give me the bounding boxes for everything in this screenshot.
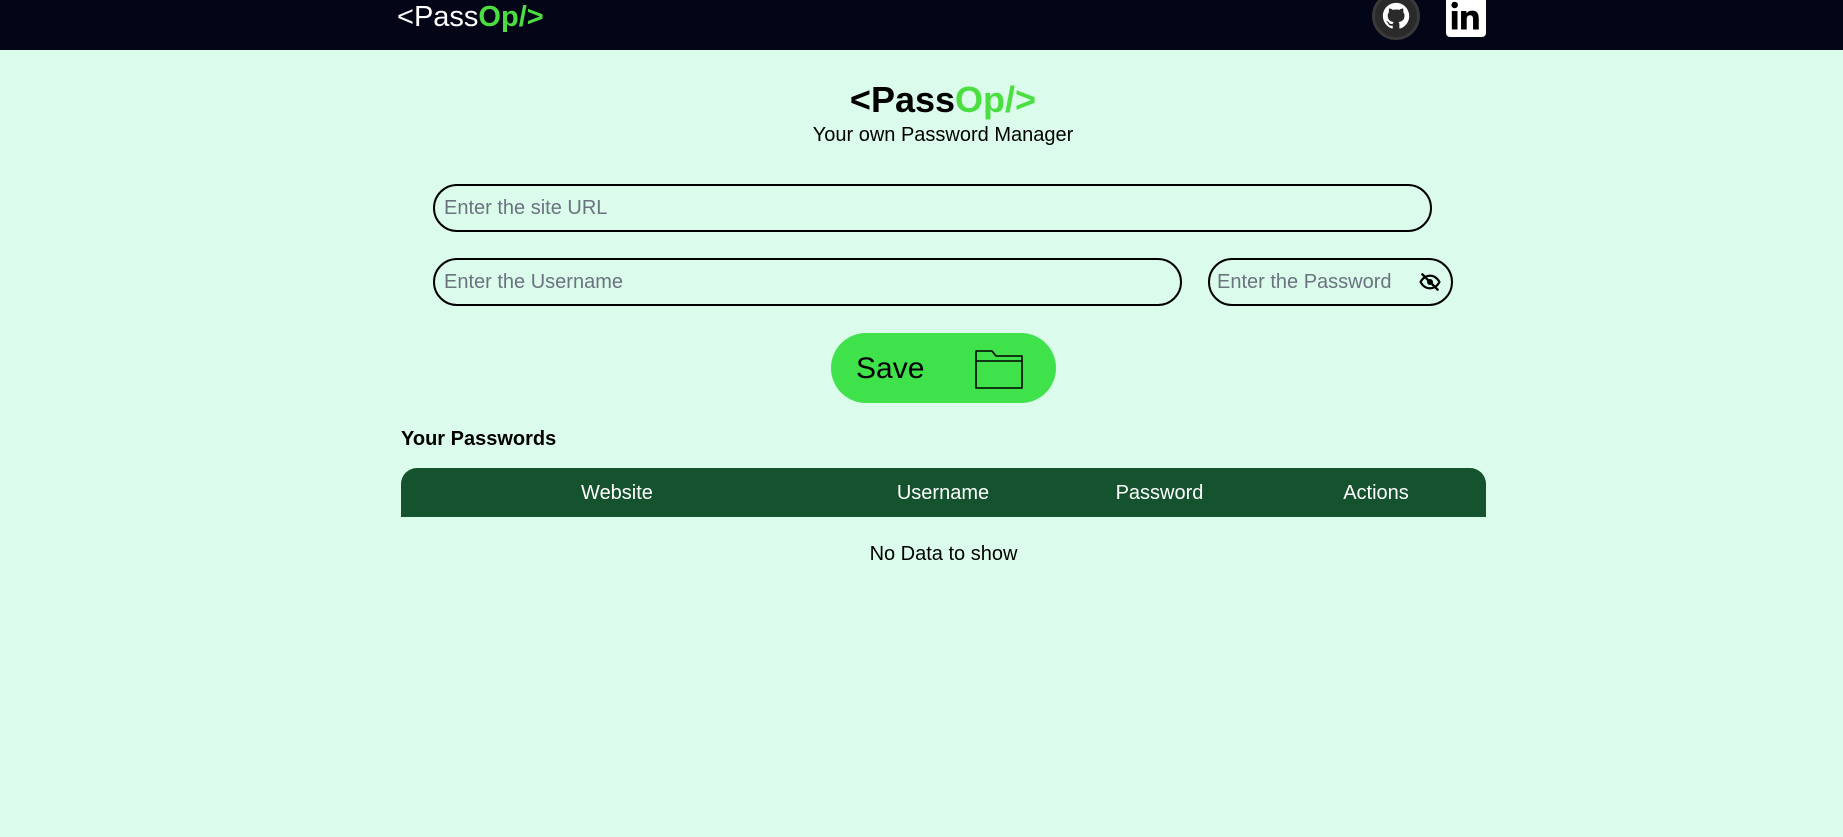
passwords-heading: Your Passwords xyxy=(401,428,557,450)
empty-table-message: No Data to show xyxy=(869,543,1018,565)
nav-logo-op: Op/> xyxy=(478,1,544,33)
column-header-website: Website xyxy=(581,482,653,504)
save-label: Save xyxy=(856,352,925,385)
save-button[interactable]: Save xyxy=(831,333,1056,403)
password-input[interactable] xyxy=(1210,260,1410,304)
password-field xyxy=(1208,258,1453,306)
github-icon xyxy=(1382,2,1410,29)
linkedin-icon xyxy=(1451,1,1479,29)
column-header-username: Username xyxy=(896,482,990,504)
nav-logo-pass: Pass xyxy=(413,1,479,33)
linkedin-button[interactable] xyxy=(1446,0,1486,37)
github-button[interactable] xyxy=(1372,0,1420,40)
eye-off-icon xyxy=(1419,273,1441,291)
username-input[interactable] xyxy=(433,258,1182,306)
column-header-password: Password xyxy=(1115,482,1204,504)
column-header-actions: Actions xyxy=(1343,482,1409,504)
brand-pass: Pass xyxy=(870,79,956,120)
nav-logo-lt: < xyxy=(397,1,414,33)
site-url-input[interactable] xyxy=(433,184,1432,232)
toggle-password-visibility[interactable] xyxy=(1419,272,1441,292)
brand-op: Op/> xyxy=(955,79,1037,120)
passwords-table-header: Website Username Password Actions xyxy=(401,468,1486,517)
folder-icon xyxy=(975,350,1023,389)
navbar: <PassOp/> xyxy=(0,0,1843,50)
brand-title: <PassOp/> xyxy=(0,78,1843,122)
tagline: Your own Password Manager xyxy=(812,124,1074,146)
brand-lt: < xyxy=(849,79,871,120)
nav-logo[interactable]: <PassOp/> xyxy=(397,0,544,34)
